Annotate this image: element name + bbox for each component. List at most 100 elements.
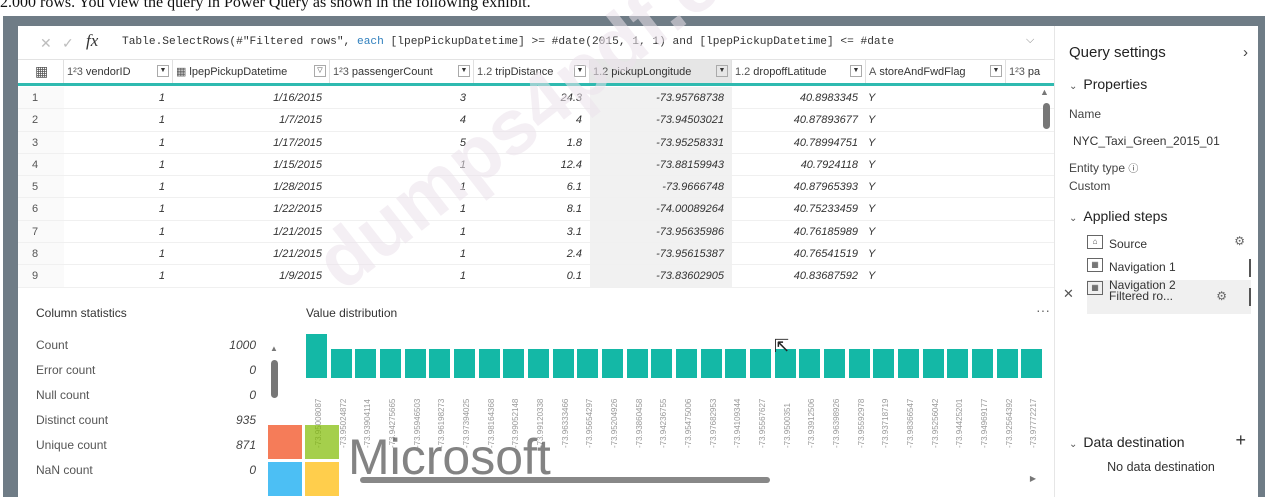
- row-number[interactable]: 8: [18, 243, 64, 265]
- table-cell[interactable]: 1: [64, 109, 173, 130]
- distribution-bar[interactable]: [404, 348, 426, 378]
- distribution-bar[interactable]: [922, 348, 944, 378]
- distribution-bar[interactable]: [478, 348, 500, 378]
- row-number[interactable]: 9: [18, 265, 64, 287]
- filter-icon[interactable]: ▽: [314, 65, 326, 77]
- table-cell[interactable]: Y: [866, 176, 926, 197]
- scroll-thumb[interactable]: [1043, 103, 1050, 129]
- table-cell[interactable]: -73.95615387: [590, 243, 732, 265]
- table-cell[interactable]: 8.1: [474, 198, 590, 219]
- vertical-scrollbar[interactable]: ▲: [1038, 87, 1054, 287]
- dropdown-icon[interactable]: ▼: [574, 65, 586, 77]
- table-cell[interactable]: 4: [330, 109, 474, 130]
- distribution-bar[interactable]: [429, 348, 451, 378]
- table-cell[interactable]: 1: [64, 176, 173, 197]
- row-number[interactable]: 7: [18, 220, 64, 243]
- distribution-bar[interactable]: [676, 348, 697, 378]
- table-cell[interactable]: 1: [64, 243, 173, 264]
- add-destination-icon[interactable]: +: [1235, 430, 1246, 451]
- distribution-bar[interactable]: [454, 348, 475, 378]
- step-filtered-rows[interactable]: ✕ ▦ Navigation 2 Filtered ro... ⚙: [1063, 279, 1251, 314]
- table-cell[interactable]: 0.1: [474, 265, 590, 286]
- distribution-bar[interactable]: [848, 348, 870, 378]
- row-number[interactable]: 1: [18, 87, 64, 109]
- table-cell[interactable]: Y: [866, 198, 926, 219]
- distribution-bar[interactable]: [651, 348, 673, 378]
- table-cell[interactable]: 5: [330, 132, 474, 153]
- table-cell[interactable]: 40.8983345: [732, 87, 866, 108]
- distribution-bar[interactable]: [503, 348, 525, 378]
- distribution-bar[interactable]: [602, 348, 623, 378]
- table-cell[interactable]: 4: [474, 109, 590, 130]
- table-cell[interactable]: 40.78994751: [732, 132, 866, 153]
- table-cell[interactable]: -73.95768738: [590, 87, 732, 109]
- distribution-bar[interactable]: [626, 348, 648, 378]
- info-icon[interactable]: ⓘ: [1128, 164, 1138, 175]
- distribution-bar[interactable]: [873, 348, 895, 378]
- table-cell[interactable]: 1/9/2015: [173, 265, 330, 286]
- distribution-bar[interactable]: [824, 348, 845, 378]
- row-number[interactable]: 6: [18, 198, 64, 220]
- distribution-bar[interactable]: [799, 348, 821, 378]
- step-navigation-1[interactable]: ▦ Navigation 1: [1087, 257, 1251, 279]
- dropdown-icon[interactable]: ▼: [458, 65, 470, 77]
- table-cell[interactable]: 6.1: [474, 176, 590, 197]
- data-destination-section[interactable]: ⌄ Data destination: [1069, 434, 1185, 450]
- table-cell[interactable]: 1: [330, 243, 474, 264]
- table-cell[interactable]: 1/22/2015: [173, 198, 330, 219]
- column-header-lpeppickupdatetime[interactable]: ▦ lpepPickupDatetime ▽: [173, 60, 330, 83]
- table-cell[interactable]: Y: [866, 154, 926, 175]
- table-cell[interactable]: 1/21/2015: [173, 221, 330, 242]
- table-cell[interactable]: 40.76185989: [732, 221, 866, 242]
- table-cell[interactable]: 1: [64, 87, 173, 108]
- table-cell[interactable]: 1/28/2015: [173, 176, 330, 197]
- more-options-icon[interactable]: ···: [1036, 302, 1050, 318]
- column-header-vendorid[interactable]: 1²3 vendorID ▼: [64, 60, 173, 83]
- table-cell[interactable]: 1: [64, 198, 173, 219]
- chevron-down-icon[interactable]: ⌵: [1026, 34, 1034, 47]
- distribution-bar[interactable]: [577, 348, 599, 378]
- delete-step-icon[interactable]: ✕: [1063, 286, 1074, 302]
- table-cell[interactable]: 1: [330, 154, 474, 175]
- dropdown-icon[interactable]: ▼: [850, 65, 862, 77]
- table-cell[interactable]: 1: [330, 265, 474, 286]
- column-header-pa[interactable]: 1²3 pa: [1006, 60, 1054, 83]
- table-cell[interactable]: -73.9666748: [590, 176, 732, 198]
- dropdown-icon[interactable]: ▼: [990, 65, 1002, 77]
- table-cell[interactable]: -73.94503021: [590, 109, 732, 131]
- table-cell[interactable]: 40.75233459: [732, 198, 866, 219]
- table-cell[interactable]: 3: [330, 87, 474, 108]
- table-cell[interactable]: 1: [330, 198, 474, 219]
- table-cell[interactable]: 40.83687592: [732, 265, 866, 286]
- step-settings-icon[interactable]: ⚙: [1234, 234, 1245, 248]
- table-cell[interactable]: Y: [866, 87, 926, 108]
- column-header-passengercount[interactable]: 1²3 passengerCount ▼: [330, 60, 474, 83]
- row-number[interactable]: 4: [18, 153, 64, 176]
- distribution-bar[interactable]: [306, 334, 327, 378]
- table-cell[interactable]: 2.4: [474, 243, 590, 264]
- row-number[interactable]: 5: [18, 176, 64, 198]
- table-cell[interactable]: 1: [330, 176, 474, 197]
- table-cell[interactable]: 1: [64, 132, 173, 153]
- table-cell[interactable]: 1.8: [474, 132, 590, 153]
- properties-section[interactable]: ⌄ Properties: [1069, 76, 1147, 92]
- step-settings-icon[interactable]: ⚙: [1216, 289, 1227, 303]
- distribution-bar[interactable]: [1021, 348, 1043, 378]
- table-cell[interactable]: -74.00089264: [590, 198, 732, 220]
- distribution-bar[interactable]: [972, 348, 993, 378]
- distribution-bar[interactable]: [898, 348, 919, 378]
- distribution-bar[interactable]: [700, 348, 722, 378]
- table-cell[interactable]: Y: [866, 221, 926, 242]
- check-icon[interactable]: ✓: [62, 35, 74, 52]
- dropdown-icon[interactable]: ▼: [157, 65, 169, 77]
- table-cell[interactable]: 40.76541519: [732, 243, 866, 264]
- table-cell[interactable]: -73.88159943: [590, 153, 732, 176]
- table-cell[interactable]: 1/7/2015: [173, 109, 330, 130]
- table-cell[interactable]: 1: [330, 221, 474, 242]
- table-cell[interactable]: 12.4: [474, 154, 590, 175]
- chevron-right-icon[interactable]: ›: [1243, 44, 1248, 61]
- distribution-bar[interactable]: [380, 348, 401, 378]
- table-cell[interactable]: Y: [866, 109, 926, 130]
- table-cell[interactable]: 3.1: [474, 221, 590, 242]
- dropdown-icon[interactable]: ▼: [716, 65, 728, 77]
